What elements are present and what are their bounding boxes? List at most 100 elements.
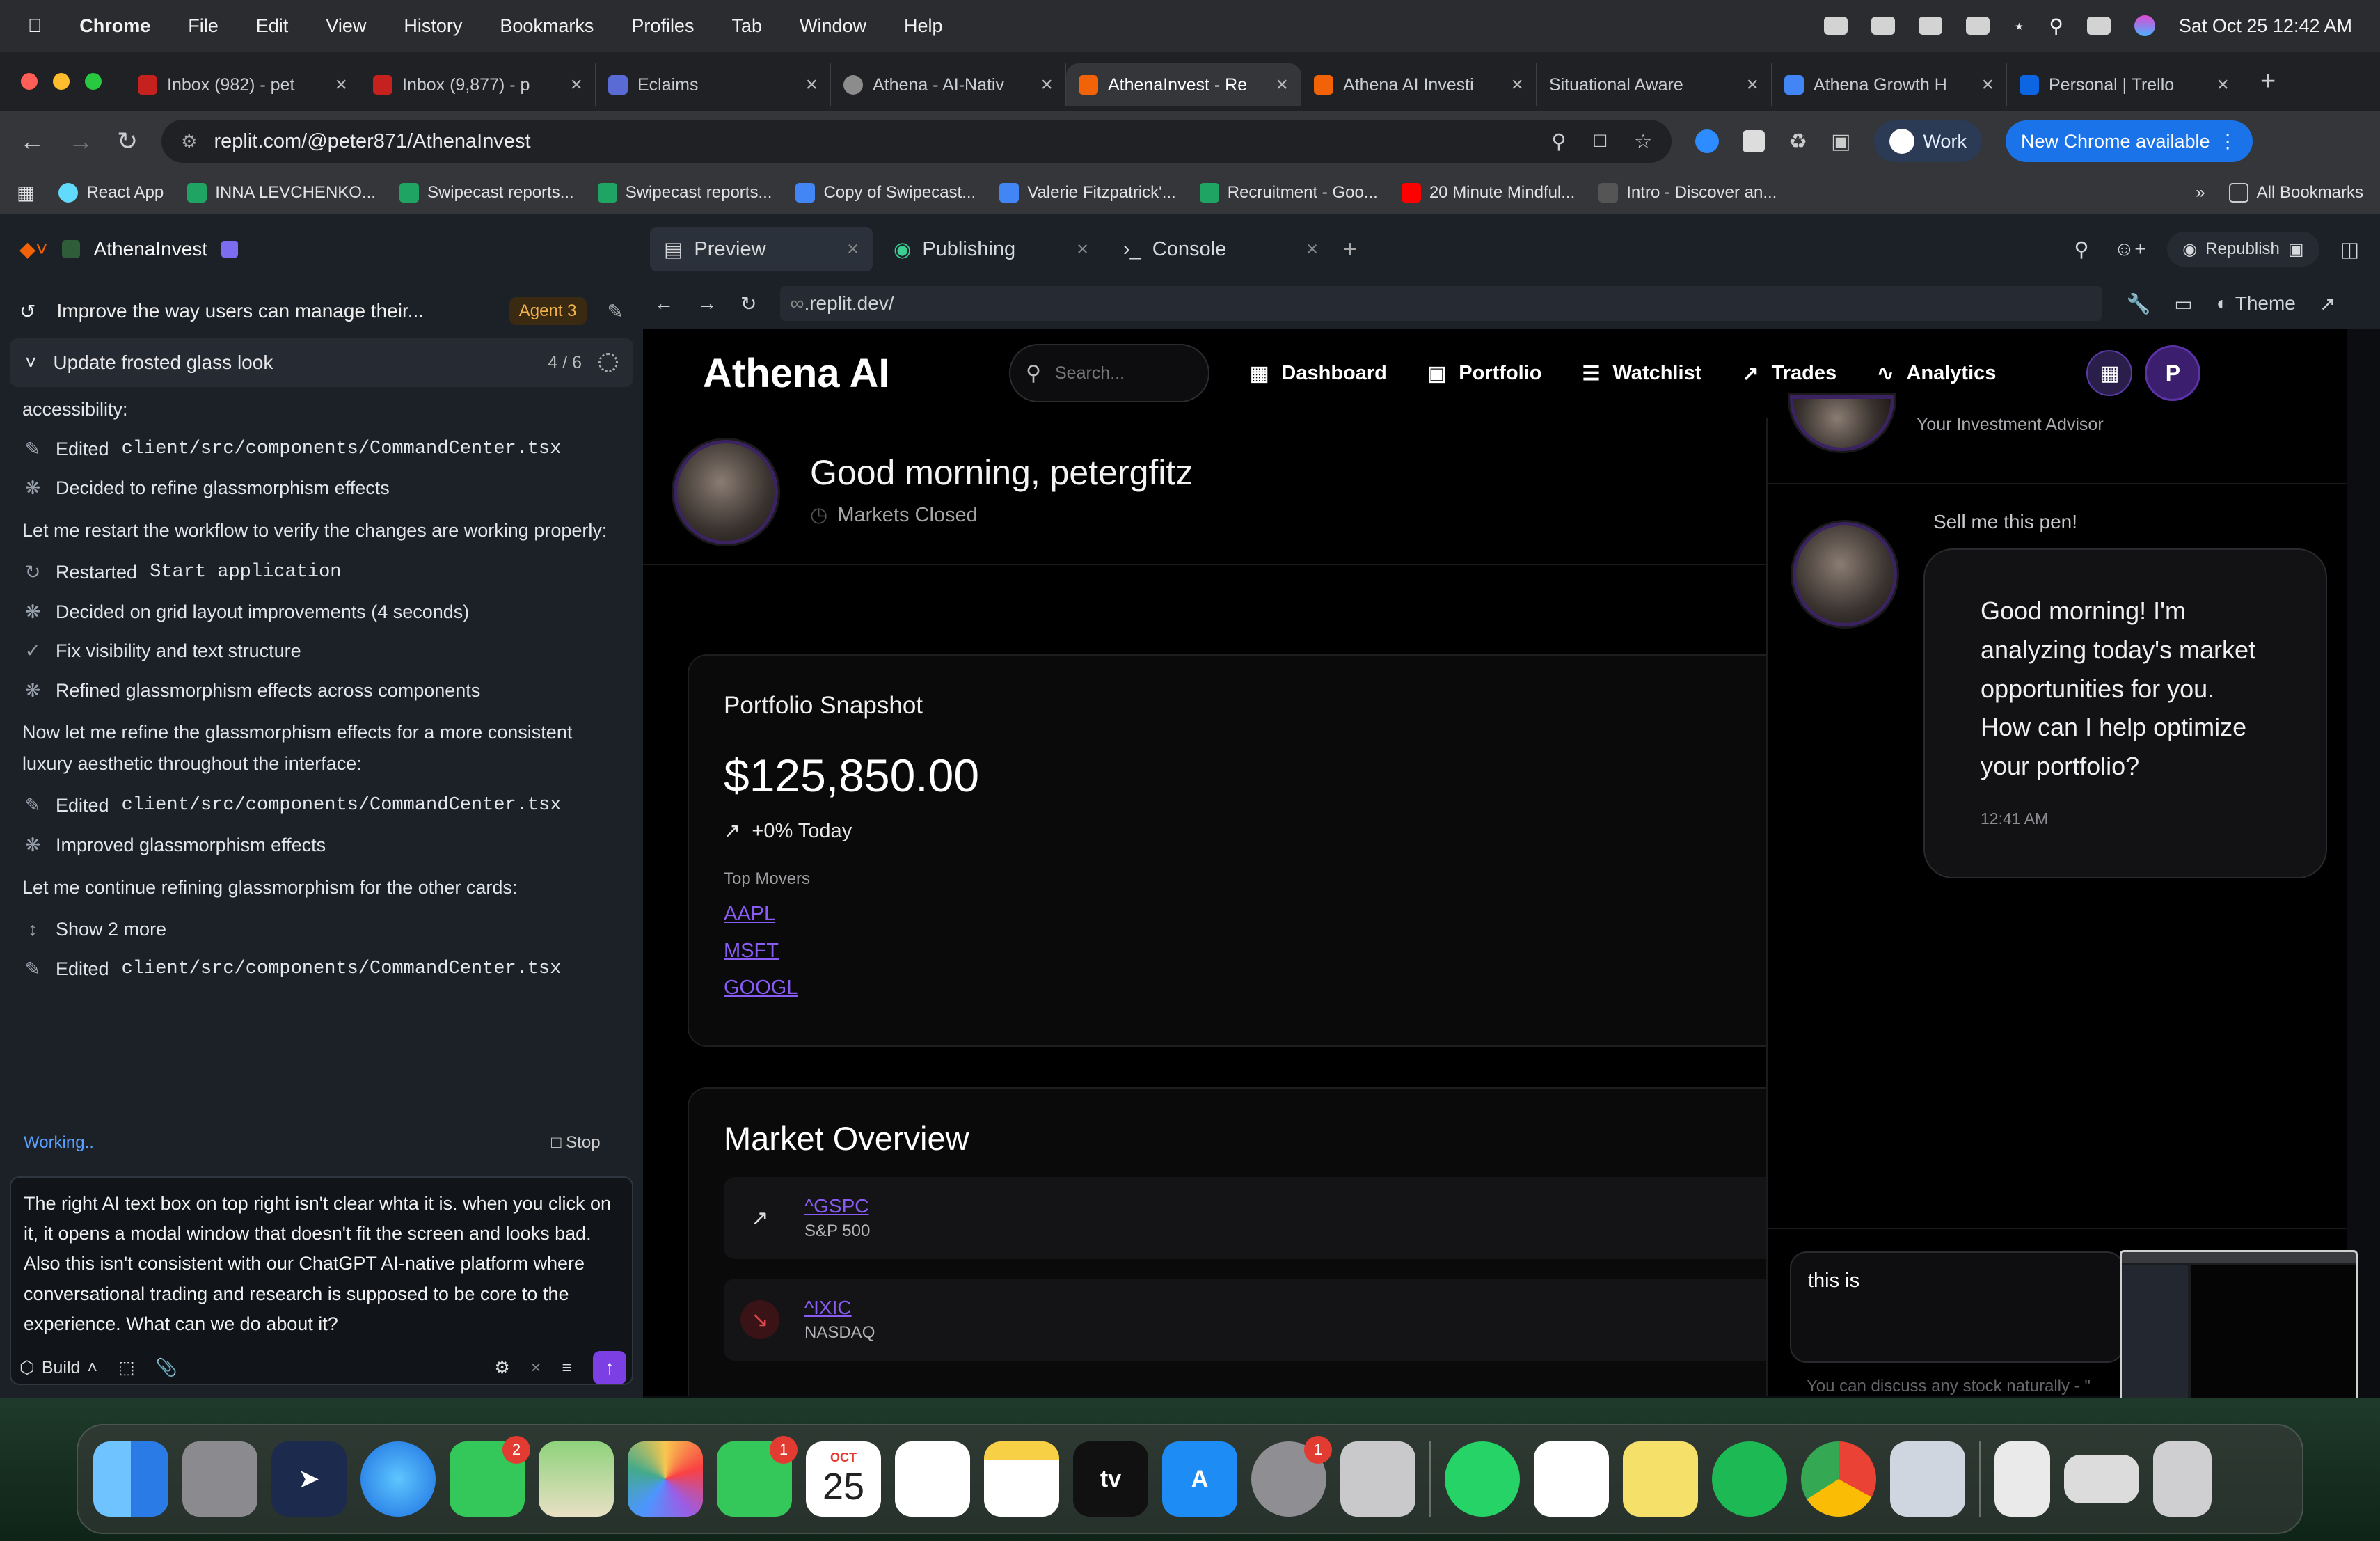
- slack-icon[interactable]: [1534, 1441, 1609, 1517]
- close-icon[interactable]: ×: [1306, 238, 1318, 261]
- attach-icon[interactable]: 📎: [156, 1358, 177, 1378]
- menu-file[interactable]: File: [188, 15, 219, 37]
- play-icon[interactable]: [1871, 17, 1895, 35]
- tab-trello[interactable]: Personal | Trello ×: [2007, 63, 2242, 106]
- status-icon-1[interactable]: [1823, 17, 1848, 35]
- preview-app-icon[interactable]: [1890, 1441, 1965, 1517]
- nav-dashboard[interactable]: ▦ Dashboard: [1250, 361, 1387, 386]
- zoom-ext-icon[interactable]: [1695, 129, 1720, 153]
- stop-button[interactable]: □ Stop: [551, 1133, 601, 1153]
- nav-analytics[interactable]: ∿ Analytics: [1877, 361, 1996, 386]
- project-name[interactable]: AthenaInvest: [94, 238, 207, 260]
- battery-icon[interactable]: [1965, 17, 1990, 35]
- tab-publishing[interactable]: ◉ Publishing ×: [880, 227, 1102, 271]
- tab-athenainvest[interactable]: AthenaInvest - Re ×: [1066, 63, 1301, 106]
- new-chat-icon[interactable]: ✎: [608, 300, 624, 323]
- market-symbol[interactable]: ^GSPC: [804, 1195, 870, 1217]
- log-edit-row[interactable]: ✎ Edited client/src/components/CommandCent…: [22, 954, 621, 985]
- bookmark-item[interactable]: INNA LEVCHENKO...: [187, 182, 376, 203]
- install-icon[interactable]: □: [1594, 129, 1607, 154]
- user-avatar[interactable]: P: [2145, 345, 2201, 401]
- menu-tab[interactable]: Tab: [731, 15, 762, 37]
- close-icon[interactable]: ×: [1981, 73, 1994, 97]
- menu-profiles[interactable]: Profiles: [631, 15, 694, 37]
- maps-icon[interactable]: [539, 1441, 614, 1517]
- thread-title[interactable]: Improve the way users can manage their..…: [56, 300, 488, 322]
- address-bar[interactable]: ⚙ replit.com/@peter871/AthenaInvest ⚲ □ ☆: [161, 120, 1672, 163]
- menu-window[interactable]: Window: [800, 15, 866, 37]
- show-more-row[interactable]: ↕ Show 2 more: [22, 914, 621, 945]
- reminders-icon[interactable]: [895, 1441, 970, 1517]
- grid-apps-icon[interactable]: ▦: [2086, 350, 2133, 396]
- apple-icon[interactable]: : [28, 15, 42, 37]
- bookmark-item[interactable]: React App: [58, 182, 164, 203]
- forward-icon[interactable]: →: [697, 292, 717, 315]
- tab-athena-native[interactable]: Athena - AI-Nativ ×: [831, 63, 1066, 106]
- facetime-icon[interactable]: 1: [717, 1436, 798, 1517]
- bookmark-item[interactable]: 20 Minute Mindful...: [1401, 182, 1575, 203]
- app-store-icon[interactable]: A: [1162, 1441, 1237, 1517]
- menu-app-name[interactable]: Chrome: [79, 15, 150, 37]
- invite-icon[interactable]: ☺+: [2114, 238, 2147, 261]
- bookmark-star-icon[interactable]: ☆: [1634, 129, 1652, 154]
- bookmark-item[interactable]: Swipecast reports...: [597, 182, 772, 203]
- wrench-icon[interactable]: 🔧: [2126, 292, 2150, 315]
- tab-athena-growth[interactable]: Athena Growth H ×: [1772, 63, 2007, 106]
- mover-link[interactable]: AAPL: [724, 903, 1779, 926]
- tab-situational[interactable]: Situational Aware ×: [1537, 63, 1772, 106]
- log-edit-row[interactable]: ✎ Edited client/src/components/CommandCent…: [22, 434, 621, 465]
- close-icon[interactable]: ×: [1040, 73, 1053, 97]
- close-icon[interactable]: ×: [531, 1358, 541, 1378]
- trash-icon[interactable]: [2153, 1441, 2212, 1517]
- nav-portfolio[interactable]: ▣ Portfolio: [1427, 361, 1542, 386]
- messages-icon[interactable]: 2: [450, 1436, 530, 1517]
- close-icon[interactable]: ×: [1746, 73, 1759, 97]
- wifi-icon[interactable]: ⋆: [2013, 15, 2026, 38]
- market-row[interactable]: ↘ ^IXIC NASDAQ: [724, 1279, 1779, 1361]
- menu-bookmarks[interactable]: Bookmarks: [500, 15, 594, 37]
- mover-link[interactable]: GOOGL: [724, 977, 1779, 999]
- menubar-clock[interactable]: Sat Oct 25 12:42 AM: [2179, 15, 2352, 37]
- bed-icon[interactable]: [1918, 17, 1942, 35]
- tab-inbox-2[interactable]: Inbox (9,877) - p ×: [360, 63, 596, 106]
- forward-icon[interactable]: →: [68, 127, 93, 156]
- theme-button[interactable]: ◐ Theme: [2216, 292, 2296, 315]
- close-icon[interactable]: ×: [847, 238, 859, 261]
- bookmark-item[interactable]: Copy of Swipecast...: [795, 182, 976, 203]
- select-element-icon[interactable]: ⬚: [118, 1357, 135, 1378]
- tab-console[interactable]: ›_ Console ×: [1109, 227, 1332, 271]
- apple-tv-icon[interactable]: tv: [1073, 1441, 1148, 1517]
- profile-button[interactable]: Work: [1874, 120, 1982, 162]
- menu-edit[interactable]: Edit: [256, 15, 289, 37]
- reload-icon[interactable]: ↻: [740, 292, 756, 315]
- window-close-button[interactable]: [21, 73, 38, 90]
- log-check-row[interactable]: ✓ Fix visibility and text structure: [22, 635, 621, 667]
- close-icon[interactable]: ×: [1077, 238, 1088, 261]
- tab-inbox-1[interactable]: Inbox (982) - pet ×: [125, 63, 360, 106]
- bookmark-item[interactable]: Recruitment - Goo...: [1199, 182, 1378, 203]
- menu-view[interactable]: View: [326, 15, 366, 37]
- whatsapp-icon[interactable]: [1445, 1441, 1520, 1517]
- calendar-icon[interactable]: OCT 25: [806, 1441, 881, 1517]
- layout-icon[interactable]: ◫: [2340, 237, 2359, 262]
- finder-icon[interactable]: [93, 1441, 168, 1517]
- screenshot-thumbnail[interactable]: [2120, 1250, 2358, 1405]
- chrome-update-button[interactable]: New Chrome available ⋮: [2005, 120, 2253, 162]
- bookmark-item[interactable]: Swipecast reports...: [399, 182, 574, 203]
- replit-logo-icon[interactable]: ◆˅: [19, 237, 48, 262]
- mover-link[interactable]: MSFT: [724, 940, 1779, 963]
- downloads-stack-icon[interactable]: [1994, 1441, 2050, 1517]
- all-bookmarks[interactable]: All Bookmarks: [2228, 182, 2363, 203]
- bookmark-item[interactable]: Intro - Discover an...: [1598, 182, 1777, 203]
- photos-icon[interactable]: [628, 1441, 703, 1517]
- paper-plane-app-icon[interactable]: ➤: [271, 1441, 347, 1517]
- tab-preview[interactable]: ▤ Preview ×: [650, 227, 873, 271]
- close-icon[interactable]: ×: [2216, 73, 2229, 97]
- log-decision-row[interactable]: ❋ Improved glassmorphism effects: [22, 830, 621, 861]
- chat-input[interactable]: this is: [1790, 1251, 2124, 1363]
- control-center-icon[interactable]: [2086, 17, 2111, 35]
- preview-url-field[interactable]: ∞ .replit.dev/: [780, 286, 2103, 321]
- launchpad-icon[interactable]: [182, 1441, 257, 1517]
- log-restart-row[interactable]: ↻ Restarted Start application: [22, 557, 621, 588]
- siri-icon[interactable]: [2134, 15, 2155, 36]
